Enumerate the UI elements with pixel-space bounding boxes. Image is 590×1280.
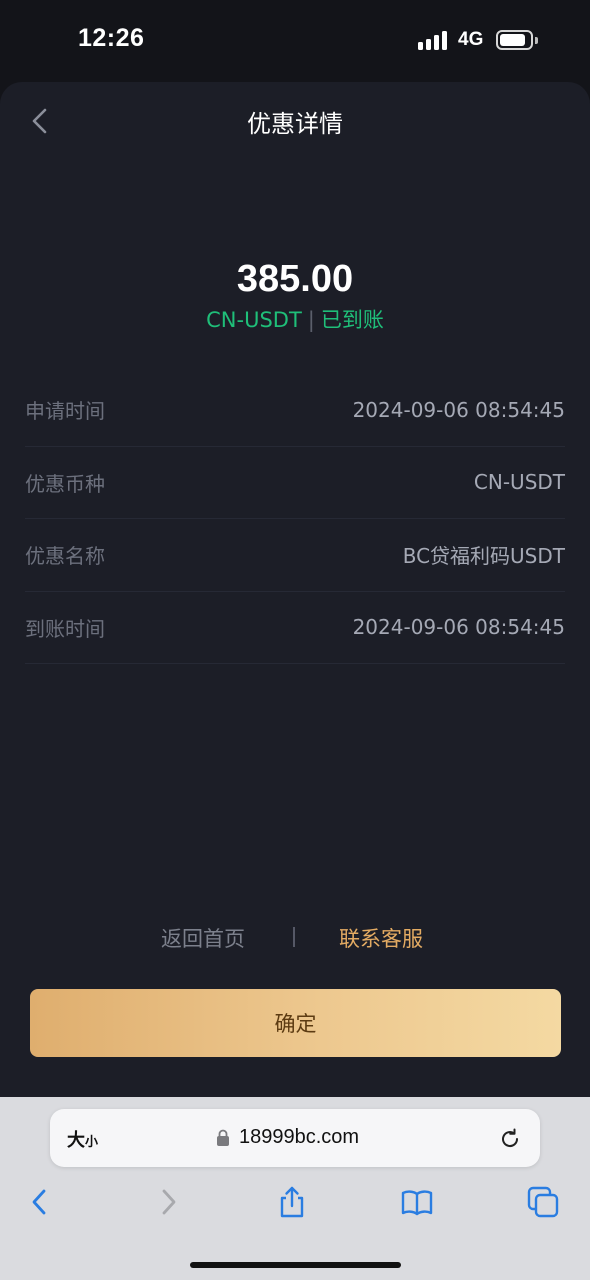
confirm-button[interactable]: 确定 [30, 989, 561, 1057]
url-text: 18999bc.com [239, 1126, 360, 1148]
promo-amount: 385.00 [236, 258, 354, 300]
detail-label: 优惠名称 [25, 544, 105, 569]
share-icon[interactable] [275, 1185, 309, 1219]
contact-support-link[interactable]: 联系客服 [339, 923, 423, 953]
detail-list: 申请时间 2024-09-06 08:54:45 优惠币种 CN-USDT 优惠… [25, 374, 565, 664]
text-size-button[interactable]: 大小 [67, 1126, 98, 1152]
text-size-large: 大 [67, 1130, 85, 1151]
battery-icon [496, 30, 533, 50]
meta-separator: | [307, 308, 315, 332]
detail-row-arrival-time: 到账时间 2024-09-06 08:54:45 [25, 592, 565, 664]
detail-value: CN-USDT [473, 470, 565, 495]
network-type: 4G [458, 29, 484, 50]
status-bar: 12:26 4G [0, 0, 590, 82]
back-icon[interactable] [23, 1185, 57, 1219]
status-time: 12:26 [78, 24, 145, 52]
promo-amount-meta: CN-USDT | 已到账 [0, 304, 590, 334]
bookmarks-icon[interactable] [400, 1185, 434, 1219]
detail-value: 2024-09-06 08:54:45 [352, 615, 565, 640]
detail-row-promo-name: 优惠名称 BC贷福利码USDT [25, 519, 565, 592]
detail-label: 优惠币种 [25, 471, 105, 496]
text-size-small: 小 [85, 1135, 99, 1150]
return-home-link[interactable]: 返回首页 [161, 923, 245, 953]
detail-row-apply-time: 申请时间 2024-09-06 08:54:45 [25, 374, 565, 447]
lock-icon [217, 1129, 229, 1146]
status-badge: 已到账 [320, 308, 384, 332]
currency-label: CN-USDT [206, 308, 302, 332]
page-title: 优惠详情 [247, 110, 343, 138]
detail-label: 申请时间 [25, 399, 105, 424]
reload-icon[interactable] [498, 1127, 522, 1151]
detail-value: BC贷福利码USDT [402, 544, 565, 569]
forward-icon[interactable] [151, 1185, 185, 1219]
link-divider [293, 927, 295, 947]
tabs-icon[interactable] [526, 1185, 560, 1219]
address-bar[interactable]: 大小 18999bc.com [50, 1109, 540, 1167]
promo-detail-sheet: 优惠详情 385.00 CN-USDT | 已到账 申请时间 2024-09-06 … [0, 82, 590, 1097]
signal-icon [418, 30, 450, 50]
battery-tip [535, 37, 538, 44]
detail-value: 2024-09-06 08:54:45 [352, 397, 565, 422]
browser-toolbar: 大小 18999bc.com [0, 1097, 590, 1280]
detail-row-currency: 优惠币种 CN-USDT [25, 447, 565, 519]
detail-label: 到账时间 [25, 616, 105, 641]
footer-links: 返回首页 联系客服 [0, 923, 590, 953]
home-indicator [190, 1262, 401, 1268]
